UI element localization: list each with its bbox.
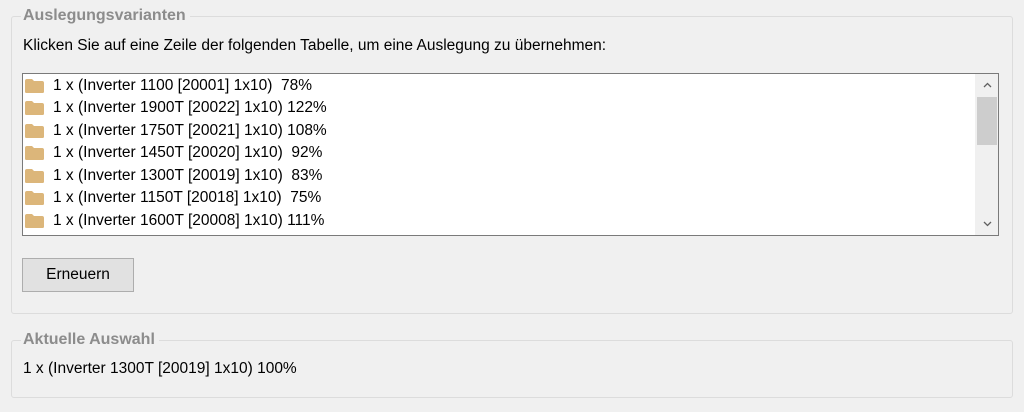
list-item[interactable]: [23, 232, 975, 235]
folder-icon: [25, 146, 44, 161]
chevron-down-icon: [983, 221, 991, 227]
list-item[interactable]: 1 x (Inverter 1750T [20021] 1x10) 108%: [23, 120, 975, 143]
refresh-button[interactable]: Erneuern: [22, 258, 134, 292]
list-item[interactable]: 1 x (Inverter 1100 [20001] 1x10) 78%: [23, 75, 975, 98]
instruction-text: Klicken Sie auf eine Zeile der folgenden…: [23, 37, 607, 54]
vertical-scrollbar[interactable]: [975, 74, 998, 235]
folder-icon: [25, 213, 44, 228]
list-item[interactable]: 1 x (Inverter 1150T [20018] 1x10) 75%: [23, 187, 975, 210]
folder-icon: [25, 168, 44, 183]
folder-icon: [25, 78, 44, 93]
variants-legend: Auslegungsvarianten: [21, 7, 190, 25]
scroll-up-button[interactable]: [976, 74, 998, 96]
chevron-up-icon: [983, 82, 991, 88]
variants-listbox[interactable]: 1 x (Inverter 1100 [20001] 1x10) 78% 1 x …: [22, 73, 999, 236]
list-item-label: 1 x (Inverter 1600T [20008] 1x10) 111%: [53, 211, 325, 229]
list-item[interactable]: 1 x (Inverter 1900T [20022] 1x10) 122%: [23, 97, 975, 120]
current-selection-value: 1 x (Inverter 1300T [20019] 1x10) 100%: [23, 360, 297, 377]
list-item-label: 1 x (Inverter 1100 [20001] 1x10) 78%: [53, 76, 313, 94]
list-item[interactable]: 1 x (Inverter 1300T [20019] 1x10) 83%: [23, 165, 975, 188]
folder-icon: [25, 101, 44, 116]
folder-icon: [25, 123, 44, 138]
list-item[interactable]: 1 x (Inverter 1450T [20020] 1x10) 92%: [23, 142, 975, 165]
list-item-label: 1 x (Inverter 1900T [20022] 1x10) 122%: [53, 99, 327, 117]
list-item-label: 1 x (Inverter 1150T [20018] 1x10) 75%: [53, 189, 322, 207]
list-item-label: 1 x (Inverter 1300T [20019] 1x10) 83%: [53, 166, 323, 184]
variants-list: 1 x (Inverter 1100 [20001] 1x10) 78% 1 x …: [23, 74, 975, 235]
list-item[interactable]: 1 x (Inverter 1600T [20008] 1x10) 111%: [23, 210, 975, 233]
folder-icon: [25, 191, 44, 206]
list-item-label: 1 x (Inverter 1450T [20020] 1x10) 92%: [53, 144, 323, 162]
scroll-thumb[interactable]: [977, 97, 997, 145]
scroll-down-button[interactable]: [976, 213, 998, 235]
list-item-label: 1 x (Inverter 1750T [20021] 1x10) 108%: [53, 121, 327, 139]
selection-legend: Aktuelle Auswahl: [21, 331, 159, 349]
